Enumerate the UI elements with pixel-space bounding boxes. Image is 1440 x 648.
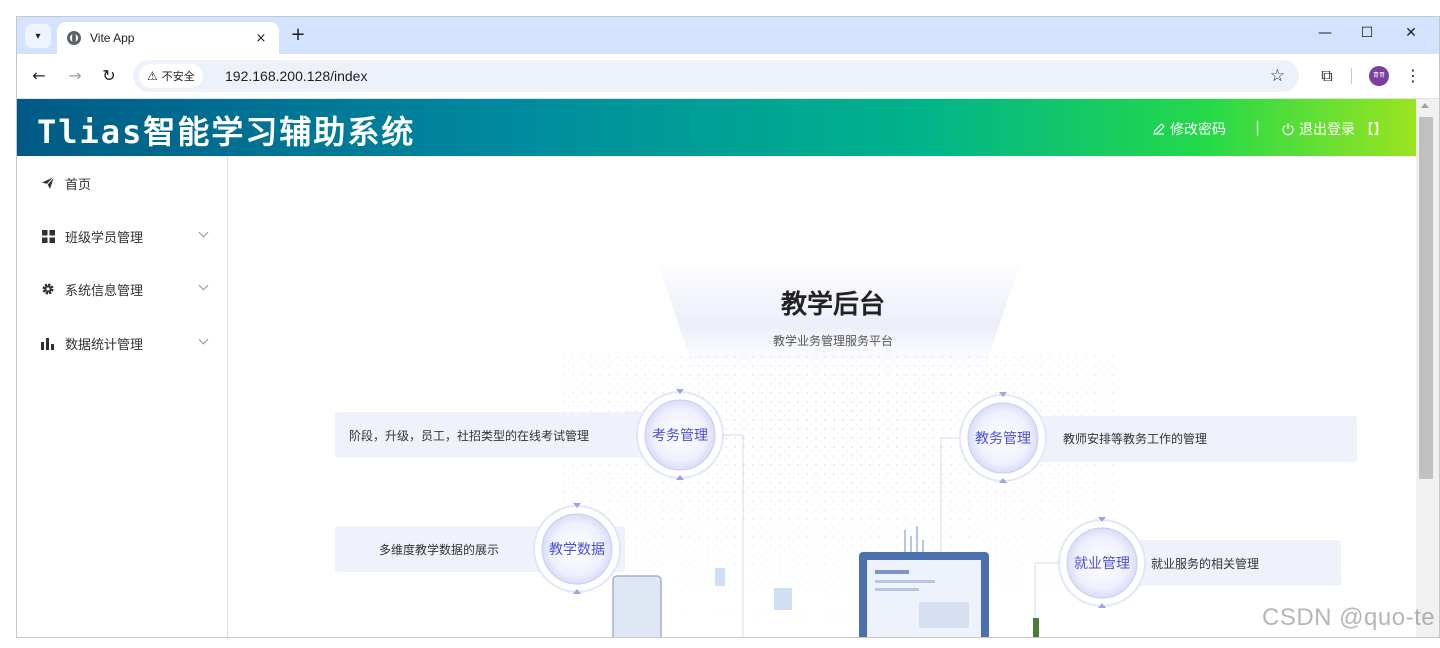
browser-tab[interactable]: Vite App × <box>57 22 279 54</box>
reload-icon[interactable]: ↻ <box>99 66 119 86</box>
sidebar-item-label: 首页 <box>65 177 92 193</box>
feature-desc: 阶段，升级，员工，社招类型的在线考试管理 <box>349 428 589 443</box>
tab-title: Vite App <box>90 31 135 45</box>
chevron-down-icon <box>198 280 209 291</box>
hero-title: 教学后台 <box>781 289 885 320</box>
sidebar-item-class-students[interactable]: 班级学员管理 <box>17 209 227 263</box>
toolbar-divider <box>1351 68 1352 84</box>
logout-label: 退出登录 【】 <box>1299 122 1388 138</box>
chevron-down-icon <box>198 334 209 345</box>
feature-name: 教学数据 <box>549 542 605 558</box>
feature-desc: 教师安排等教务工作的管理 <box>1063 431 1207 446</box>
feature-teaching-data[interactable]: 多维度教学数据的展示 教学数据 <box>335 503 625 594</box>
sidebar-item-statistics[interactable]: 数据统计管理 <box>17 316 227 370</box>
sidebar-menu: 首页 班级学员管理 系统信息管理 数据统计管理 <box>17 156 228 637</box>
scroll-up-arrow-icon[interactable] <box>1421 103 1429 108</box>
sidebar-item-label: 班级学员管理 <box>65 230 144 246</box>
warning-icon: ⚠ <box>147 69 158 83</box>
bookmark-star-icon[interactable]: ☆ <box>1270 66 1285 86</box>
security-label: 不安全 <box>161 70 195 83</box>
logout-link[interactable]: 退出登录 【】 <box>1281 119 1387 139</box>
feature-name: 考务管理 <box>652 428 708 444</box>
security-chip[interactable]: ⚠ 不安全 <box>139 64 203 88</box>
feature-desc: 多维度教学数据的展示 <box>379 542 499 557</box>
hero-illustration: 教学后台 教学业务管理服务平台 阶段，升级，员工，社招类型的在线考试管理 考务管… <box>335 266 1357 637</box>
app-title: Tlias智能学习辅助系统 <box>37 113 416 151</box>
sidebar-item-home[interactable]: 首页 <box>17 156 227 210</box>
chevron-down-icon <box>198 227 209 238</box>
bar-chart-icon <box>41 336 55 350</box>
globe-icon <box>67 31 81 45</box>
forward-icon[interactable]: → <box>65 66 85 86</box>
watermark: CSDN @quo-te <box>1262 604 1436 631</box>
feature-name: 就业管理 <box>1074 556 1130 572</box>
extensions-icon[interactable]: ⧉ <box>1317 66 1337 86</box>
close-window-icon[interactable]: ✕ <box>1401 25 1421 41</box>
browser-window: ▾ Vite App × + — ☐ ✕ ← → ↻ ⚠ 不安全 192.168… <box>16 16 1440 638</box>
minimize-icon[interactable]: — <box>1315 25 1335 41</box>
edit-icon <box>1153 123 1165 135</box>
sidebar-item-label: 系统信息管理 <box>65 283 144 299</box>
power-icon <box>1282 123 1294 136</box>
app-header: Tlias智能学习辅助系统 修改密码 | 退出登录 【】 <box>17 99 1416 156</box>
address-bar[interactable]: ⚠ 不安全 192.168.200.128/index ☆ <box>133 60 1299 92</box>
browser-toolbar: ← → ↻ ⚠ 不安全 192.168.200.128/index ☆ ⧉ 青哥… <box>17 54 1439 99</box>
browser-menu-icon[interactable]: ⋮ <box>1405 66 1421 86</box>
hero-subtitle: 教学业务管理服务平台 <box>773 333 893 348</box>
back-icon[interactable]: ← <box>29 66 49 86</box>
grid-icon <box>41 229 55 243</box>
change-password-label: 修改密码 <box>1170 122 1226 138</box>
change-password-link[interactable]: 修改密码 <box>1152 119 1226 139</box>
page-viewport: Tlias智能学习辅助系统 修改密码 | 退出登录 【】 首页 班级学员管理 系… <box>17 99 1439 637</box>
main-content: 教学后台 教学业务管理服务平台 阶段，升级，员工，社招类型的在线考试管理 考务管… <box>229 156 1416 637</box>
sidebar-item-label: 数据统计管理 <box>65 337 144 353</box>
paper-plane-icon <box>41 176 55 190</box>
header-divider: | <box>1255 118 1261 136</box>
gear-icon <box>41 282 55 296</box>
tab-search-button[interactable]: ▾ <box>25 24 51 48</box>
tab-close-button[interactable]: × <box>253 31 269 46</box>
profile-avatar[interactable]: 青哥 <box>1369 66 1389 86</box>
sidebar-item-system-info[interactable]: 系统信息管理 <box>17 262 227 316</box>
new-tab-button[interactable]: + <box>287 25 309 47</box>
feature-desc: 就业服务的相关管理 <box>1151 556 1259 571</box>
feature-name: 教务管理 <box>975 431 1031 447</box>
maximize-icon[interactable]: ☐ <box>1357 25 1377 41</box>
url-text[interactable]: 192.168.200.128/index <box>225 68 367 84</box>
tab-strip: ▾ Vite App × + — ☐ ✕ <box>17 17 1439 54</box>
scrollbar-thumb[interactable] <box>1419 117 1433 479</box>
